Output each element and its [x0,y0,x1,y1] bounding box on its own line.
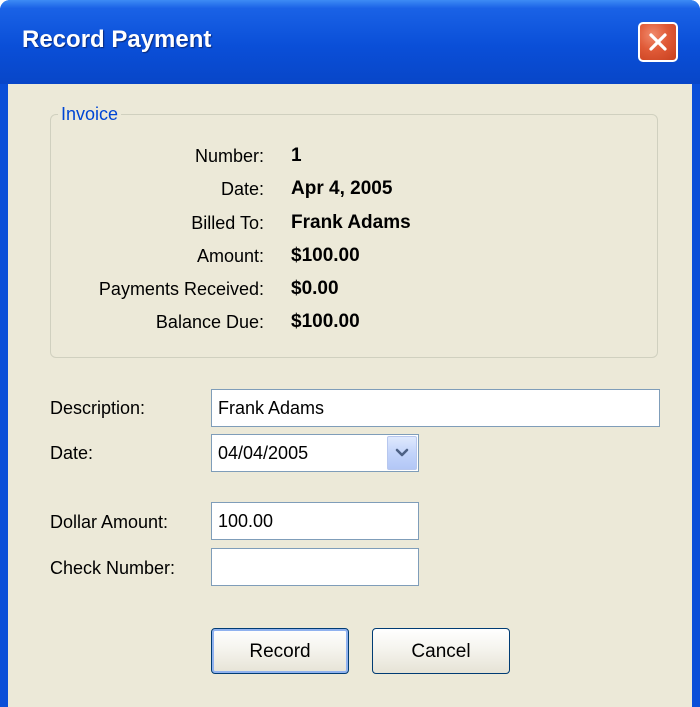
date-dropdown-button[interactable] [387,436,417,470]
check-number-label: Check Number: [50,558,176,578]
invoice-amount-label: Amount: [196,246,264,266]
invoice-payments-received-row: Payments Received: $0.00 [8,274,692,304]
invoice-balance-due-label: Balance Due: [155,312,264,332]
invoice-legend: Invoice [58,103,122,125]
invoice-billed-to-value: Frank Adams [291,212,411,233]
dollar-amount-input[interactable] [211,502,419,540]
invoice-date-value: Apr 4, 2005 [291,178,393,199]
invoice-number-row: Number: 1 [8,141,692,171]
record-button[interactable]: Record [211,628,349,674]
description-input[interactable] [211,389,660,427]
invoice-billed-to-label: Billed To: [191,213,264,233]
dollar-amount-label: Dollar Amount: [50,512,169,532]
record-payment-dialog: Record Payment Invoice Number: 1 Date: A… [0,0,700,707]
invoice-number-value: 1 [291,145,302,166]
invoice-billed-to-row: Billed To: Frank Adams [8,208,692,238]
cancel-button[interactable]: Cancel [372,628,510,674]
invoice-payments-received-label: Payments Received: [98,279,264,299]
date-label: Date: [50,443,94,463]
invoice-amount-row: Amount: $100.00 [8,241,692,271]
dialog-body: Invoice Number: 1 Date: Apr 4, 2005 Bill… [8,84,692,707]
invoice-date-row: Date: Apr 4, 2005 [8,174,692,204]
description-label: Description: [50,398,146,418]
check-number-input[interactable] [211,548,419,586]
window-title: Record Payment [22,26,212,53]
date-combobox[interactable]: 04/04/2005 [211,434,419,472]
close-icon [649,33,667,51]
invoice-number-label: Number: [194,146,264,166]
invoice-balance-due-value: $100.00 [291,311,360,332]
invoice-payments-received-value: $0.00 [291,278,339,299]
invoice-amount-value: $100.00 [291,245,360,266]
date-value: 04/04/2005 [218,443,309,463]
title-bar[interactable]: Record Payment [0,0,700,84]
chevron-down-icon [395,448,409,457]
invoice-date-label: Date: [220,179,264,199]
close-button[interactable] [638,22,678,62]
invoice-balance-due-row: Balance Due: $100.00 [8,307,692,337]
